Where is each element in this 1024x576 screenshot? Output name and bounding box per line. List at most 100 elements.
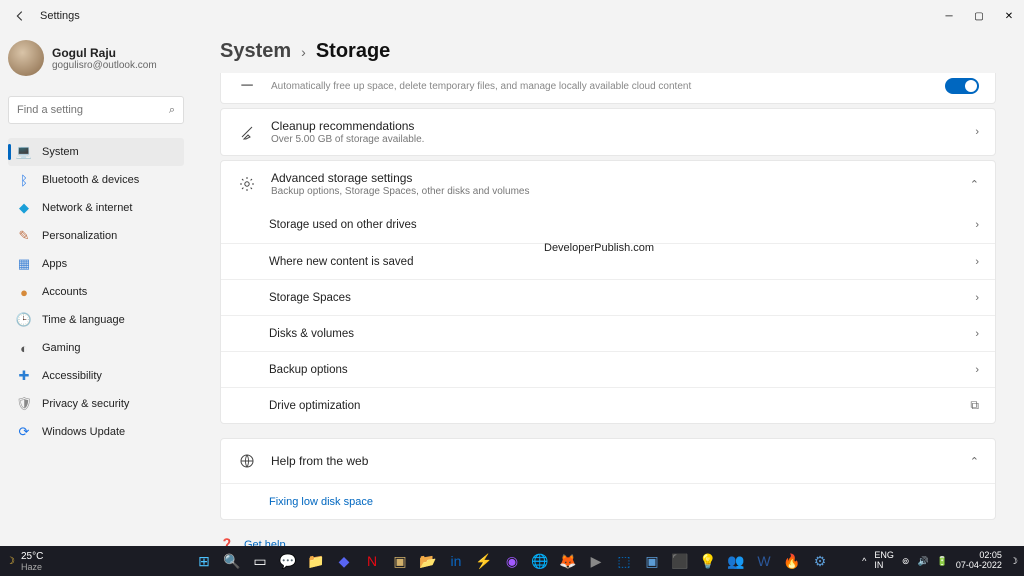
- settings-icon[interactable]: ⚙: [807, 548, 833, 574]
- chevron-up-icon: ⌃: [970, 178, 979, 191]
- moon-icon: ☽: [6, 556, 15, 567]
- webhelp-card: Help from the web ⌃ Fixing low disk spac…: [220, 438, 996, 520]
- sidebar-item-privacy-security[interactable]: 🛡Privacy & security: [8, 390, 184, 418]
- app-icon[interactable]: in: [443, 548, 469, 574]
- content: System › Storage ─ Automatically free up…: [192, 32, 1024, 546]
- nav-label: Accessibility: [42, 370, 102, 382]
- start-button[interactable]: ⊞: [191, 548, 217, 574]
- sidebar-item-bluetooth-devices[interactable]: ᛒ Bluetooth & devices: [8, 166, 184, 194]
- sidebar-item-personalization[interactable]: ✎Personalization: [8, 222, 184, 250]
- advanced-item-storage-spaces[interactable]: Storage Spaces›: [221, 279, 995, 315]
- nav-icon: 🛡: [16, 396, 32, 412]
- chat-icon[interactable]: 💬: [275, 548, 301, 574]
- tray-chevron-icon[interactable]: ^: [862, 556, 866, 566]
- sidebar-item-accounts[interactable]: ● Accounts: [8, 278, 184, 306]
- profile-block[interactable]: Gogul Raju gogulisro@outlook.com: [4, 32, 188, 90]
- language-indicator[interactable]: ENG IN: [874, 551, 894, 571]
- search-box[interactable]: ⌕: [8, 96, 184, 124]
- nav-icon: ◐: [16, 340, 32, 356]
- volume-icon[interactable]: 🔊: [917, 556, 928, 567]
- minus-icon: ─: [237, 77, 257, 95]
- sidebar: Gogul Raju gogulisro@outlook.com ⌕ 💻 Syst…: [0, 32, 192, 546]
- chrome-icon[interactable]: 🌐: [527, 548, 553, 574]
- nav-label: Bluetooth & devices: [42, 174, 139, 186]
- app-icon[interactable]: 🔥: [779, 548, 805, 574]
- sidebar-item-accessibility[interactable]: ✚Accessibility: [8, 362, 184, 390]
- nav-label: Network & internet: [42, 202, 132, 214]
- app-icon[interactable]: ◉: [499, 548, 525, 574]
- clock[interactable]: 02:05 07-04-2022: [956, 551, 1002, 571]
- app-icon[interactable]: ◆: [331, 548, 357, 574]
- app-icon[interactable]: ⬚: [611, 548, 637, 574]
- search-input[interactable]: [17, 104, 169, 116]
- breadcrumb-parent[interactable]: System: [220, 40, 291, 63]
- nav-label: Accounts: [42, 286, 87, 298]
- app-icon[interactable]: 💡: [695, 548, 721, 574]
- nav-icon: 💻: [16, 144, 32, 160]
- word-icon[interactable]: W: [751, 548, 777, 574]
- sidebar-item-time-language[interactable]: 🕒Time & language: [8, 306, 184, 334]
- chevron-up-icon: ⌃: [970, 455, 979, 468]
- app-icon[interactable]: ⬛: [667, 548, 693, 574]
- close-button[interactable]: ✕: [994, 0, 1024, 32]
- wifi-icon[interactable]: ⊚: [902, 556, 910, 567]
- nav-label: Gaming: [42, 342, 81, 354]
- advanced-item-storage-used-on-other-drives[interactable]: Storage used on other drives›: [221, 207, 995, 243]
- notifications-icon[interactable]: ☽: [1010, 556, 1018, 567]
- app-icon[interactable]: ▣: [639, 548, 665, 574]
- advanced-item-drive-optimization[interactable]: Drive optimization⧉: [221, 387, 995, 423]
- advanced-card: Advanced storage settings Backup options…: [220, 160, 996, 424]
- cleanup-recommendations-row[interactable]: Cleanup recommendations Over 5.00 GB of …: [221, 109, 995, 155]
- nav-label: System: [42, 146, 79, 158]
- gear-icon: [237, 176, 257, 192]
- storage-sense-row[interactable]: ─ Automatically free up space, delete te…: [220, 73, 996, 104]
- sidebar-item-system[interactable]: 💻 System: [8, 138, 184, 166]
- fixing-low-disk-link[interactable]: Fixing low disk space: [221, 483, 995, 519]
- search-taskbar-icon[interactable]: 🔍: [219, 548, 245, 574]
- advanced-item-disks-volumes[interactable]: Disks & volumes›: [221, 315, 995, 351]
- broom-icon: [237, 124, 257, 140]
- app-icon[interactable]: ▶: [583, 548, 609, 574]
- sidebar-item-gaming[interactable]: ◐ Gaming: [8, 334, 184, 362]
- breadcrumb-current: Storage: [316, 40, 390, 63]
- chevron-right-icon: ›: [975, 328, 979, 340]
- back-button[interactable]: [8, 4, 32, 28]
- advanced-item-backup-options[interactable]: Backup options›: [221, 351, 995, 387]
- nav-icon: ⟳: [16, 424, 32, 440]
- sidebar-item-apps[interactable]: ▦Apps: [8, 250, 184, 278]
- firefox-icon[interactable]: 🦊: [555, 548, 581, 574]
- chevron-right-icon: ›: [301, 44, 306, 60]
- minimize-button[interactable]: ─: [934, 0, 964, 32]
- help-icon: ❓: [220, 538, 234, 546]
- maximize-button[interactable]: ▢: [964, 0, 994, 32]
- cleanup-card: Cleanup recommendations Over 5.00 GB of …: [220, 108, 996, 156]
- app-icon[interactable]: ▣: [387, 548, 413, 574]
- nav-icon: ◆: [16, 200, 32, 216]
- nav-label: Personalization: [42, 230, 117, 242]
- nav-icon: ▦: [16, 256, 32, 272]
- globe-icon: [237, 453, 257, 469]
- app-icon[interactable]: N: [359, 548, 385, 574]
- app-icon[interactable]: 📂: [415, 548, 441, 574]
- external-link-icon: ⧉: [970, 398, 979, 413]
- breadcrumb: System › Storage: [220, 40, 996, 63]
- nav-label: Windows Update: [42, 426, 125, 438]
- help-from-web-header[interactable]: Help from the web ⌃: [221, 439, 995, 483]
- nav-icon: ᛒ: [16, 172, 32, 188]
- storage-sense-toggle[interactable]: [945, 78, 979, 94]
- explorer-icon[interactable]: 📁: [303, 548, 329, 574]
- teams-icon[interactable]: 👥: [723, 548, 749, 574]
- app-icon[interactable]: ⚡: [471, 548, 497, 574]
- profile-name: Gogul Raju: [52, 46, 157, 60]
- sidebar-item-network-internet[interactable]: ◆ Network & internet: [8, 194, 184, 222]
- battery-icon[interactable]: 🔋: [937, 556, 948, 567]
- taskview-icon[interactable]: ▭: [247, 548, 273, 574]
- window-title: Settings: [40, 10, 80, 22]
- titlebar: Settings ─ ▢ ✕: [0, 0, 1024, 32]
- advanced-storage-header[interactable]: Advanced storage settings Backup options…: [221, 161, 995, 207]
- nav-icon: ●: [16, 284, 32, 300]
- search-icon: ⌕: [169, 104, 175, 117]
- sidebar-item-windows-update[interactable]: ⟳ Windows Update: [8, 418, 184, 446]
- get-help-link[interactable]: ❓ Get help: [220, 534, 996, 546]
- weather-widget[interactable]: ☽ 25°C Haze: [0, 551, 43, 572]
